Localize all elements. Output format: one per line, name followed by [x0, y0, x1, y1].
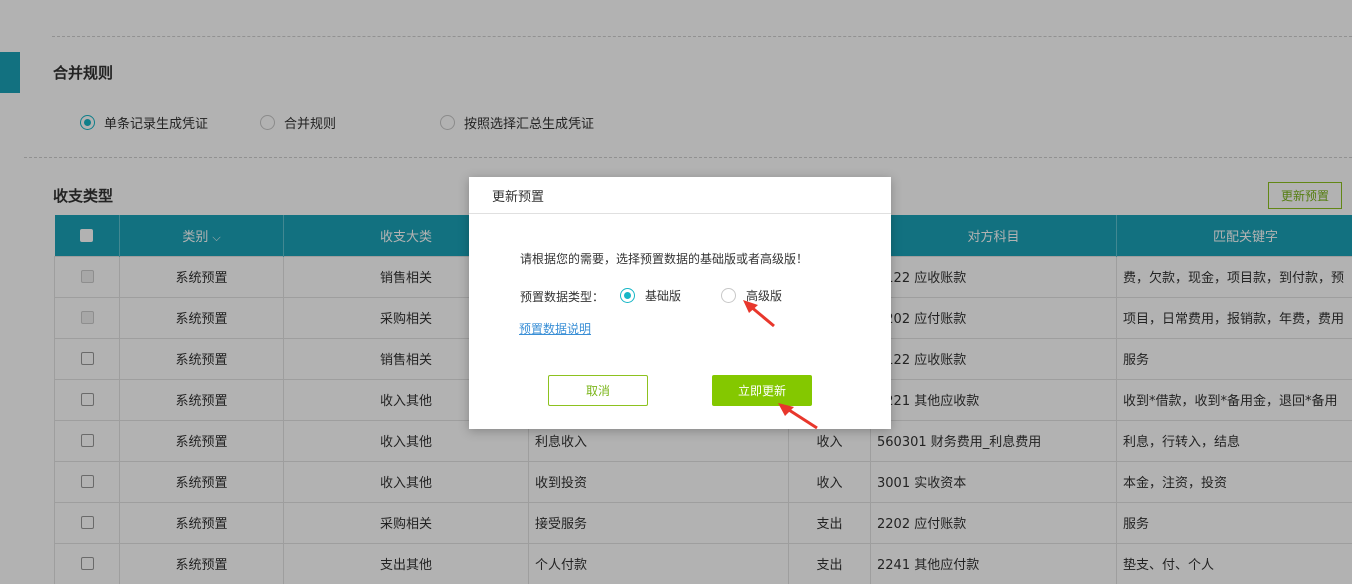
radio-circle[interactable] — [620, 288, 635, 303]
radio-circle[interactable] — [721, 288, 736, 303]
update-preset-dialog: 更新预置 请根据您的需要，选择预置数据的基础版或者高级版！ 预置数据类型： 基础… — [469, 177, 891, 429]
cancel-button[interactable]: 取消 — [548, 375, 648, 406]
radio-label: 基础版 — [645, 289, 682, 303]
radio-basic-version[interactable]: 基础版 — [620, 287, 681, 304]
preset-type-label: 预置数据类型： — [520, 290, 605, 304]
preset-data-help-link[interactable]: 预置数据说明 — [519, 320, 591, 337]
annotation-arrow-icon — [778, 403, 818, 430]
dialog-title: 更新预置 — [469, 177, 891, 214]
annotation-arrow-icon — [743, 300, 775, 328]
dialog-description: 请根据您的需要，选择预置数据的基础版或者高级版！ — [520, 252, 809, 266]
